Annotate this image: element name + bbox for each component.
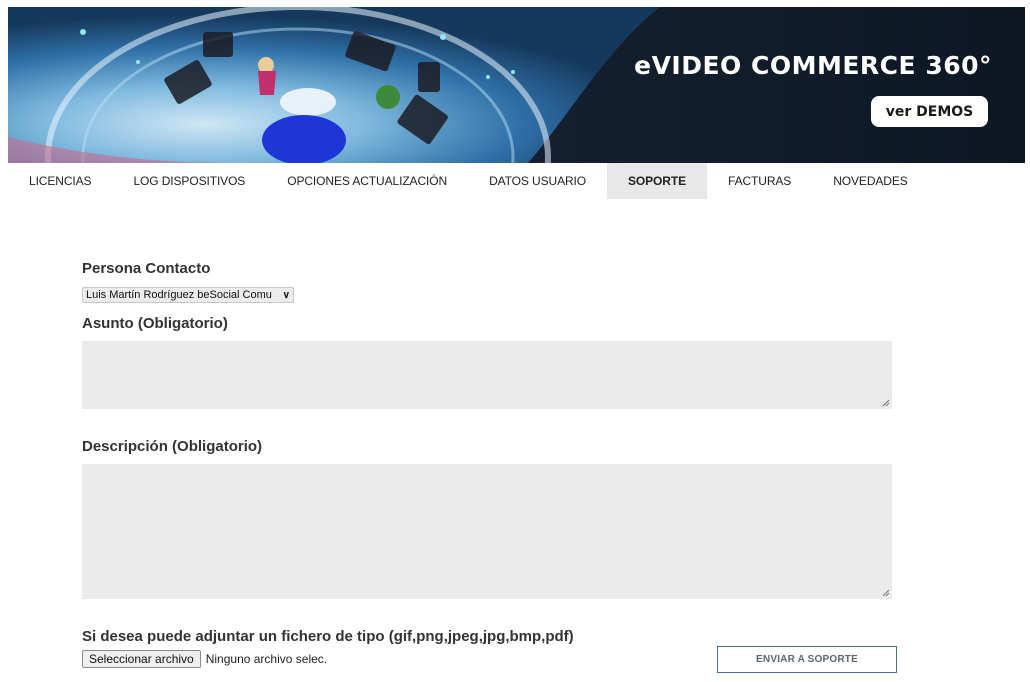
contact-select[interactable]: Luis Martín Rodríguez beSocial Comu ∨ bbox=[82, 287, 294, 303]
chevron-down-icon: ∨ bbox=[282, 289, 290, 301]
subject-textarea[interactable] bbox=[82, 341, 892, 409]
resize-grip-icon[interactable] bbox=[882, 589, 890, 597]
resize-grip-icon[interactable] bbox=[882, 399, 890, 407]
description-textarea[interactable] bbox=[82, 464, 892, 599]
store-360-image bbox=[8, 7, 1025, 163]
description-label: Descripción (Obligatorio) bbox=[82, 438, 263, 455]
contact-label: Persona Contacto bbox=[82, 260, 211, 277]
promo-banner[interactable]: eVIDEO COMMERCE 360° ver DEMOS bbox=[8, 7, 1025, 163]
tab-opciones-actualizacion[interactable]: OPCIONES ACTUALIZACIÓN bbox=[266, 163, 468, 199]
file-input: Seleccionar archivo Ninguno archivo sele… bbox=[82, 650, 327, 668]
tab-facturas[interactable]: FACTURAS bbox=[707, 163, 812, 199]
subject-label: Asunto (Obligatorio) bbox=[82, 315, 228, 332]
tab-datos-usuario[interactable]: DATOS USUARIO bbox=[468, 163, 607, 199]
tab-soporte[interactable]: SOPORTE bbox=[607, 163, 707, 199]
banner-title: eVIDEO COMMERCE 360° bbox=[634, 51, 992, 80]
contact-select-value: Luis Martín Rodríguez beSocial Comu bbox=[86, 289, 272, 301]
attach-label: Si desea puede adjuntar un fichero de ti… bbox=[82, 628, 574, 645]
choose-file-button[interactable]: Seleccionar archivo bbox=[82, 650, 201, 668]
send-support-button[interactable]: ENVIAR A SOPORTE bbox=[717, 646, 897, 673]
ver-demos-button[interactable]: ver DEMOS bbox=[871, 96, 988, 127]
tab-novedades[interactable]: NOVEDADES bbox=[812, 163, 928, 199]
file-status: Ninguno archivo selec. bbox=[205, 652, 328, 666]
main-nav: LICENCIAS LOG DISPOSITIVOS OPCIONES ACTU… bbox=[8, 163, 1025, 199]
tab-log-dispositivos[interactable]: LOG DISPOSITIVOS bbox=[112, 163, 266, 199]
tab-licencias[interactable]: LICENCIAS bbox=[8, 163, 112, 199]
